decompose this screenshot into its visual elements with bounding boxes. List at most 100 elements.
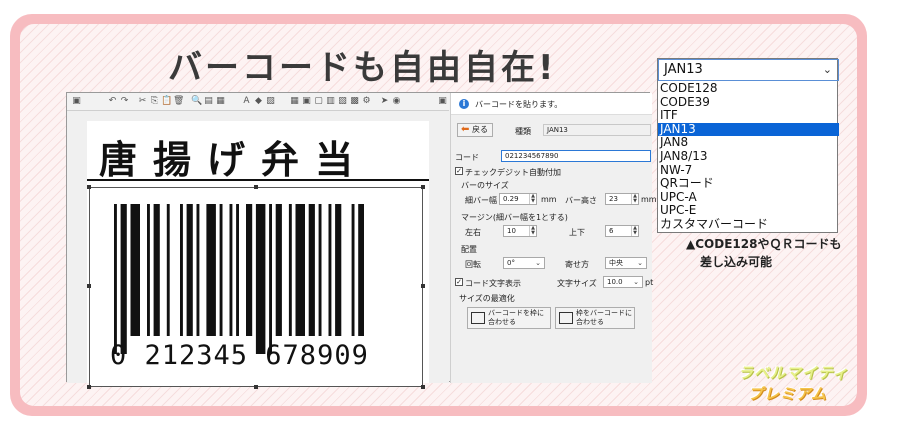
gear-icon[interactable]: ⚙ [361, 96, 372, 107]
dropdown-option[interactable]: ITF [658, 109, 839, 123]
info-icon: i [459, 99, 469, 109]
barcode-bar [335, 204, 342, 336]
format-icon[interactable]: ▤ [203, 96, 214, 107]
delete-icon[interactable]: 🗑 [173, 96, 184, 107]
record-icon[interactable]: ◉ [391, 96, 402, 107]
narrow-bar-input[interactable]: 0.29 ▲ ▼ [499, 193, 537, 205]
show-text-checkbox[interactable]: ✓ [455, 278, 463, 286]
barcode-panel: i バーコードを貼ります。 ⬅ 戻る 種類 JAN13 コード 02123456… [450, 93, 657, 383]
rotate-select[interactable]: 0° ⌄ [503, 257, 545, 269]
tb-margin-label: 上下 [569, 228, 585, 237]
barcode-bar [255, 204, 266, 354]
lock-icon[interactable]: ▩ [349, 96, 360, 107]
resize-handle-l[interactable] [87, 284, 91, 288]
logo-line1: ラベルマイティ [738, 364, 849, 382]
photo-icon[interactable]: ▣ [301, 96, 312, 107]
text-icon[interactable]: A [241, 96, 252, 107]
dropdown-option[interactable]: UPC-A [658, 190, 839, 205]
type-label: 種類 [515, 127, 531, 136]
tb-margin-stepper[interactable]: ▲ ▼ [631, 226, 638, 236]
dropdown-option[interactable]: QRコード [658, 177, 839, 191]
dropdown-selected[interactable]: JAN13 ⌄ [658, 59, 839, 81]
barcode-object[interactable]: 0 212345 678909 [87, 185, 425, 389]
barcode-type-dropdown[interactable]: JAN13 ⌄ CODE128 CODE39 ITF JAN13 JAN8 JAN8/13… [657, 58, 839, 233]
note-line2: 差し込み可能 [700, 255, 773, 269]
resize-handle-r[interactable] [421, 284, 425, 288]
barcode-bar [358, 204, 364, 336]
font-size-unit: pt [645, 278, 654, 287]
lr-margin-input[interactable]: 10 ▲ ▼ [503, 225, 537, 237]
barcode-bar [229, 204, 233, 336]
barcode-bar [308, 204, 315, 336]
barcode-bar [153, 204, 160, 336]
app-window: ▣ ↶ ↷ ✂ ⎘ 📋 🗑 🔍 ▤ ▦ A ◆ ▨ ▦ ▣ ▢ ▥ ▧ ▩ ⚙ … [66, 92, 657, 389]
arrow-icon[interactable]: ➤ [379, 96, 390, 107]
tb-margin-input[interactable]: 6 ▲ ▼ [605, 225, 639, 237]
align-select[interactable]: 中央 ⌄ [605, 257, 647, 269]
resize-handle-br[interactable] [421, 385, 425, 389]
code-input[interactable]: 021234567890 [501, 150, 651, 162]
window-icon: ▣ [72, 96, 81, 106]
barcode-bars [114, 204, 364, 354]
resize-handle-bl[interactable] [87, 385, 91, 389]
barcode-bar [206, 204, 216, 336]
dropdown-option[interactable]: JAN13 [658, 122, 839, 137]
barcode-bar [120, 204, 127, 354]
resize-handle-tl[interactable] [87, 185, 91, 189]
resize-handle-b[interactable] [254, 385, 258, 389]
copy-icon[interactable]: ⎘ [149, 96, 160, 107]
dropdown-option[interactable]: UPC-E [658, 204, 839, 218]
font-size-select[interactable]: 10.0 ⌄ [603, 276, 643, 288]
resize-handle-t[interactable] [254, 185, 258, 189]
panel-toggle-icon[interactable]: ▣ [437, 96, 448, 107]
grid-icon[interactable]: ▥ [325, 96, 336, 107]
barcode-bar [275, 204, 282, 336]
rotate-value: 0° [507, 259, 515, 267]
cut-icon[interactable]: ✂ [137, 96, 148, 107]
redo-icon[interactable]: ↷ [119, 96, 130, 107]
layer-icon[interactable]: ▧ [337, 96, 348, 107]
fit-frame-line2: 合わせる [576, 318, 604, 326]
dropdown-option[interactable]: CODE128 [658, 81, 839, 96]
dropdown-option[interactable]: JAN8/13 [658, 149, 839, 164]
fit-frame-to-barcode-button[interactable]: 枠をバーコードに 合わせる [555, 307, 635, 329]
font-size-label: 文字サイズ [557, 279, 597, 288]
tb-margin-value: 6 [609, 227, 614, 235]
type-field[interactable]: JAN13 [543, 124, 651, 136]
undo-icon[interactable]: ↶ [107, 96, 118, 107]
dropdown-option[interactable]: JAN8 [658, 136, 839, 150]
lr-margin-stepper[interactable]: ▲ ▼ [529, 226, 536, 236]
bar-height-unit: mm [641, 195, 657, 204]
fit-barcode-line1: バーコードを枠に [488, 309, 544, 317]
frame-icon[interactable]: ▢ [313, 96, 324, 107]
dropdown-option[interactable]: CODE39 [658, 95, 839, 110]
logo: ラベルマイティ プレミアム [738, 362, 850, 403]
narrow-bar-stepper[interactable]: ▲ ▼ [529, 194, 536, 204]
barcode-bar [318, 204, 322, 336]
table-icon[interactable]: ▦ [289, 96, 300, 107]
dropdown-option[interactable]: NW-7 [658, 163, 839, 178]
bar-height-stepper[interactable]: ▲ ▼ [631, 194, 638, 204]
image-icon[interactable]: ▨ [265, 96, 276, 107]
paste-icon[interactable]: 📋 [161, 96, 172, 107]
chevron-down-icon: ⌄ [633, 278, 639, 286]
lr-margin-value: 10 [507, 227, 516, 235]
barcode-bar [328, 204, 332, 336]
barcode-bar [130, 204, 140, 336]
dropdown-option[interactable]: カスタマバーコード [658, 217, 839, 232]
barcode-bar [114, 204, 117, 354]
chevron-down-icon: ⌄ [822, 63, 832, 76]
shape-icon[interactable]: ◆ [253, 96, 264, 107]
checkdigit-checkbox[interactable]: ✓ [455, 167, 463, 175]
back-button[interactable]: ⬅ 戻る [457, 123, 493, 137]
resize-handle-tr[interactable] [421, 185, 425, 189]
fit-frame-line1: 枠をバーコードに [576, 309, 632, 317]
clip-icon[interactable]: ▦ [215, 96, 226, 107]
fit-barcode-line2: 合わせる [488, 318, 516, 326]
barcode-bar [180, 204, 183, 336]
divider-line [87, 179, 429, 181]
bar-height-input[interactable]: 23 ▲ ▼ [605, 193, 639, 205]
zoom-icon[interactable]: 🔍 [191, 96, 202, 107]
fit-barcode-to-frame-button[interactable]: バーコードを枠に 合わせる [467, 307, 551, 329]
barcode-bar [288, 204, 292, 336]
